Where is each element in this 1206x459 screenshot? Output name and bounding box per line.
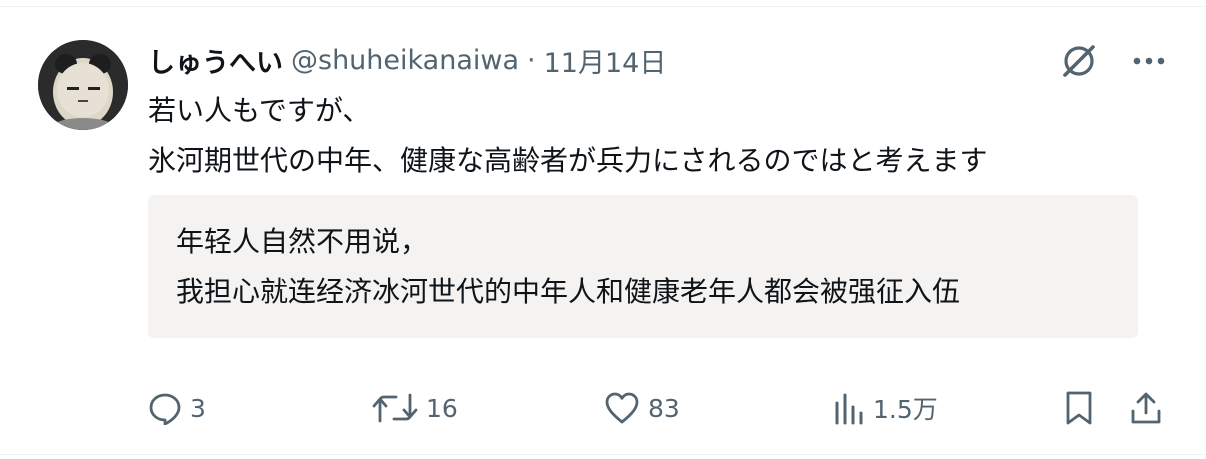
- tweet-text-line: 若い人もですが、: [148, 94, 371, 127]
- grok-icon[interactable]: [1060, 42, 1098, 80]
- reply-count: 3: [190, 393, 206, 423]
- repost-count: 16: [426, 393, 458, 423]
- bookmark-button[interactable]: [1064, 386, 1094, 430]
- repost-button[interactable]: 16: [372, 386, 458, 430]
- display-name[interactable]: しゅうへい: [148, 41, 283, 80]
- views-count: 1.5万: [873, 395, 938, 424]
- translation-line: 我担心就连经济冰河世代的中年人和健康老年人都会被强征入伍: [176, 275, 961, 308]
- more-icon[interactable]: [1132, 56, 1166, 66]
- tweet-text-line: 氷河期世代の中年、健康な高齢者が兵力にされるのではと考えます: [148, 144, 988, 177]
- tweet-text: 若い人もですが、 氷河期世代の中年、健康な高齢者が兵力にされるのではと考えます: [148, 86, 987, 186]
- tweet-header: しゅうへい @shuheikanaiwa · 11月14日: [148, 40, 666, 80]
- heart-icon: [605, 392, 639, 424]
- translation-box: 年轻人自然不用说， 我担心就连经济冰河世代的中年人和健康老年人都会被强征入伍: [148, 195, 1138, 338]
- tweet-date[interactable]: 11月14日: [544, 41, 667, 80]
- bottom-divider: [0, 454, 1206, 455]
- avatar[interactable]: [38, 40, 128, 130]
- like-button[interactable]: 83: [604, 386, 680, 430]
- action-bar: 3 16 83 1.5万: [0, 386, 1206, 430]
- share-button[interactable]: [1130, 386, 1162, 430]
- separator-dot: ·: [527, 44, 536, 76]
- reply-icon: [149, 393, 181, 425]
- tweet-top-icons: [1060, 42, 1166, 80]
- views-icon: [835, 393, 863, 425]
- bookmark-icon: [1066, 391, 1092, 425]
- user-handle[interactable]: @shuheikanaiwa: [291, 45, 519, 76]
- avatar-image: [38, 40, 128, 130]
- like-count: 83: [648, 393, 680, 423]
- translation-line: 年轻人自然不用说，: [176, 225, 429, 258]
- top-divider: [0, 6, 1206, 7]
- views-button[interactable]: 1.5万: [833, 386, 938, 430]
- share-icon: [1131, 392, 1161, 424]
- repost-icon: [372, 393, 418, 423]
- reply-button[interactable]: 3: [148, 386, 206, 430]
